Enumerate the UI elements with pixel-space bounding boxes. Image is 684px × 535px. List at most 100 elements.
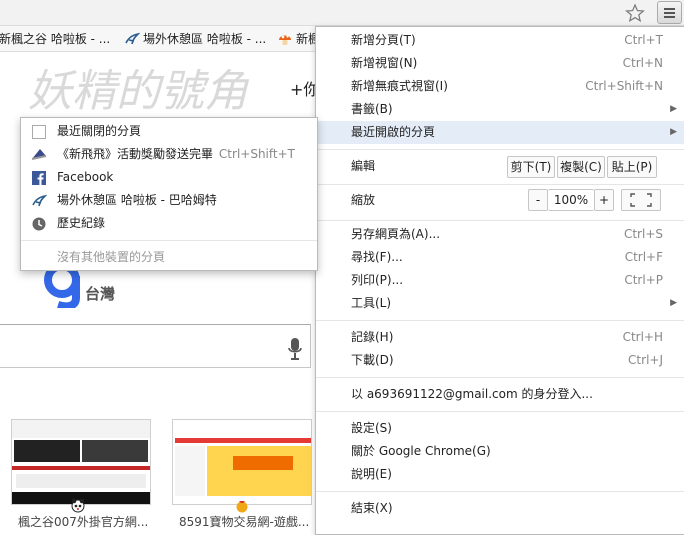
submenu-item-shortcut: Ctrl+Shift+T [218,147,295,161]
submenu-item-label: 歷史紀錄 [57,216,106,230]
menu-item-label: 新增無痕式視窗(I) [351,79,448,93]
bookmark-item[interactable]: 新楓之谷 哈啦板 - ... [0,31,110,47]
menu-item-label: 最近開啟的分頁 [351,125,436,139]
menu-item-save-page[interactable]: 另存網頁為(A)... Ctrl+S [316,223,684,246]
menu-item-shortcut: Ctrl+T [624,33,663,47]
menu-item-label: 以 a693691122@gmail.com 的身分登入... [351,387,593,401]
menu-item-sign-in[interactable]: 以 a693691122@gmail.com 的身分登入... [316,383,684,406]
menu-item-label: 工具(L) [351,296,392,310]
history-item[interactable]: 歷史紀錄 [21,212,317,235]
hamburger-icon [664,8,675,10]
submenu-item-label: 沒有其他裝置的分頁 [57,250,166,264]
recent-tab-item[interactable]: Facebook [21,166,317,189]
most-visited-thumbnail[interactable] [172,419,312,505]
menu-item-label: 另存網頁為(A)... [351,227,441,241]
menu-separator [316,220,684,221]
zoom-out-button[interactable]: - [528,189,548,211]
menu-item-label: 結束(X) [351,501,393,515]
no-other-devices-label: 沒有其他裝置的分頁 [21,246,317,269]
thumbnail-title[interactable]: 8591寶物交易網-遊戲... [179,513,309,530]
dragon-favicon-icon [125,32,140,45]
menu-separator [316,184,684,185]
cut-button[interactable]: 剪下(T) [507,156,555,178]
menu-item-label: 關於 Google Chrome(G) [351,444,491,458]
menu-item-recent-tabs[interactable]: 最近開啟的分頁 ▶ [316,121,684,144]
panda-favicon-icon [71,498,85,513]
recent-tab-item[interactable]: 《新飛飛》活動獎勵發送完畢 Ctrl+Shift+T [21,143,317,166]
facebook-icon [32,171,46,185]
menu-item-settings[interactable]: 設定(S) [316,417,684,440]
recent-tabs-submenu: 最近關閉的分頁 《新飛飛》活動獎勵發送完畢 Ctrl+Shift+T Faceb… [20,117,318,271]
menu-item-bookmarks[interactable]: 書籤(B) ▶ [316,98,684,121]
zoom-label: 縮放 [351,193,376,207]
menu-item-find[interactable]: 尋找(F)... Ctrl+F [316,246,684,269]
submenu-arrow-icon: ▶ [670,127,677,137]
chrome-menu-button[interactable] [657,1,682,24]
menu-item-label: 列印(P)... [351,273,404,287]
menu-item-shortcut: Ctrl+J [628,353,663,367]
menu-item-exit[interactable]: 結束(X) [316,497,684,520]
menu-separator [316,320,684,321]
menu-item-shortcut: Ctrl+Shift+N [585,79,663,93]
submenu-item-label: 最近關閉的分頁 [57,124,142,138]
witch-hat-favicon-icon [31,149,47,160]
search-input[interactable] [0,324,311,368]
menu-item-print[interactable]: 列印(P)... Ctrl+P [316,269,684,292]
menu-item-label: 尋找(F)... [351,250,403,264]
menu-item-downloads[interactable]: 下載(D) Ctrl+J [316,349,684,372]
browser-toolbar [0,0,684,26]
paste-button[interactable]: 貼上(P) [607,156,657,178]
bookmark-item[interactable]: 場外休憩區 哈啦板 - ... [124,31,266,47]
menu-separator [21,240,317,241]
microphone-icon[interactable] [288,338,302,360]
recent-tab-item[interactable]: 場外休憩區 哈啦板 - 巴哈姆特 [21,189,317,212]
edit-label: 編輯 [351,159,376,173]
submenu-item-label: 場外休憩區 哈啦板 - 巴哈姆特 [57,193,217,207]
recently-closed-header[interactable]: 最近關閉的分頁 [21,120,317,143]
bookmark-item[interactable]: 新楓 [277,31,320,47]
menu-item-label: 說明(E) [351,467,392,481]
fullscreen-button[interactable] [621,189,661,211]
menu-item-new-incognito[interactable]: 新增無痕式視窗(I) Ctrl+Shift+N [316,75,684,98]
bookmark-star-icon[interactable] [625,3,645,23]
moneybag-favicon-icon [236,501,248,513]
menu-separator [316,491,684,492]
submenu-item-label: 《新飛飛》活動獎勵發送完畢 [57,147,214,161]
submenu-arrow-icon: ▶ [670,104,677,114]
menu-separator [316,377,684,378]
menu-item-tools[interactable]: 工具(L) ▶ [316,292,684,315]
menu-item-shortcut: Ctrl+F [624,250,663,264]
bookmark-label: 場外休憩區 哈啦板 - ... [143,32,267,46]
menu-item-shortcut: Ctrl+N [622,56,663,70]
submenu-item-label: Facebook [57,170,114,184]
chrome-main-menu: 新增分頁(T) Ctrl+T 新增視窗(N) Ctrl+N 新增無痕式視窗(I)… [315,26,684,535]
menu-item-label: 新增視窗(N) [351,56,418,70]
menu-item-about[interactable]: 關於 Google Chrome(G) [316,440,684,463]
clock-icon [32,217,46,231]
menu-item-new-tab[interactable]: 新增分頁(T) Ctrl+T [316,29,684,52]
site-logo: 妖精的號角 [28,62,268,118]
logo-text: 妖精的號角 [28,66,250,117]
menu-separator [316,411,684,412]
zoom-in-button[interactable]: + [594,189,614,211]
menu-item-new-window[interactable]: 新增視窗(N) Ctrl+N [316,52,684,75]
menu-item-label: 下載(D) [351,353,394,367]
menu-item-shortcut: Ctrl+H [622,330,663,344]
blank-page-icon [32,125,46,139]
zoom-level: 100% [548,189,594,211]
most-visited-thumbnail[interactable] [11,419,151,505]
google-region-label: 台灣 [85,285,116,303]
menu-item-shortcut: Ctrl+S [623,227,663,241]
copy-button[interactable]: 複製(C) [557,156,605,178]
menu-item-shortcut: Ctrl+P [624,273,663,287]
menu-item-help[interactable]: 說明(E) [316,463,684,486]
menu-item-history[interactable]: 記錄(H) Ctrl+H [316,326,684,349]
fullscreen-icon [630,193,652,207]
menu-item-label: 新增分頁(T) [351,33,416,47]
menu-item-label: 記錄(H) [351,330,394,344]
menu-separator [316,149,684,150]
mushroom-favicon-icon [279,35,291,45]
thumbnail-title[interactable]: 楓之谷007外掛官方網... [18,513,148,530]
bookmarks-bar: 新楓之谷 哈啦板 - ... 場外休憩區 哈啦板 - ... 新楓 [0,26,320,52]
menu-item-label: 設定(S) [351,421,392,435]
